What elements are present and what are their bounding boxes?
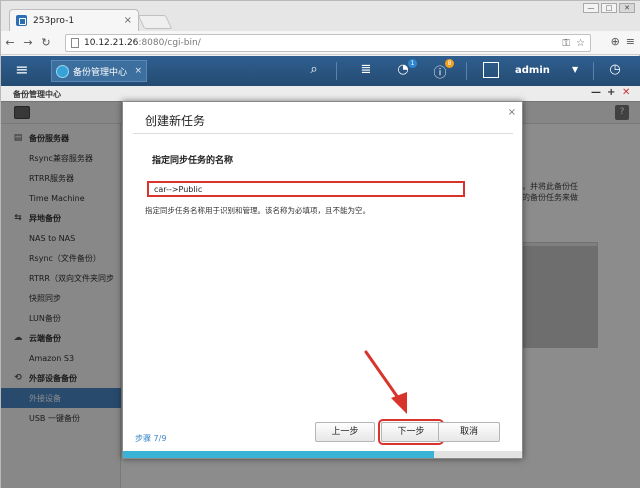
user-avatar-icon[interactable] [483,62,499,78]
background-tasks-icon[interactable]: ◔ 1 [393,59,417,77]
chrome-menu-icon[interactable]: ≡ [626,35,635,48]
app-tab-backup-manager[interactable]: 备份管理中心 × [51,60,147,82]
url-path: :8080/cgi-bin/ [138,38,201,48]
header-divider [466,62,467,80]
toolbar-right-icons: ⊕ ≡ [611,35,635,48]
next-button[interactable]: 下一步 [378,419,444,445]
cancel-button[interactable]: 取消 [438,422,500,442]
bookmark-star-icon[interactable]: ☆ [576,38,585,49]
url-host: 10.12.21.26 [84,38,139,48]
key-icon[interactable]: ⚿ [562,38,570,49]
search-icon[interactable]: ⌕ [304,62,324,77]
window-controls: — □ ✕ [583,3,635,13]
forward-arrow-icon[interactable]: → [19,36,37,49]
user-dropdown-caret-icon[interactable]: ▼ [572,65,578,74]
browser-tab[interactable]: 253pro-1 × [9,9,139,31]
qnap-favicon-icon [16,15,27,26]
app-window-title: 备份管理中心 [13,90,61,99]
header-divider [336,62,337,80]
tab-close-icon[interactable]: × [124,15,132,26]
tab-strip: 253pro-1 × — □ ✕ [1,1,640,31]
event-info-icon[interactable]: ⓘ 8 [430,59,454,81]
back-arrow-icon[interactable]: ← [1,36,19,49]
step-indicator: 步骤 7/9 [135,434,167,443]
minimize-button[interactable]: — [583,3,599,13]
browser-window: 253pro-1 × — □ ✕ ← → ↻ 10.12.21.26:8080/… [0,0,640,488]
main-menu-icon[interactable]: ≡ [9,61,35,81]
url-text[interactable]: 10.12.21.26:8080/cgi-bin/ [84,38,556,48]
dashboard-gauge-icon[interactable]: ◷ [605,62,625,77]
header-divider [593,62,594,80]
create-task-dialog: 创建新任务 × 指定同步任务的名称 指定同步任务名称用于识别和管理。该名称为必填… [122,101,523,459]
reload-icon[interactable]: ↻ [37,36,55,49]
app-tab-label: 备份管理中心 [73,67,128,78]
qnap-header: ≡ 备份管理中心 × ⌕ ≣ ◔ 1 ⓘ 8 admin ▼ ◷ [1,56,640,86]
maximize-button[interactable]: □ [601,3,617,13]
close-window-button[interactable]: ✕ [619,3,635,13]
notification-badge: 1 [408,59,417,68]
app-add-button[interactable]: + [607,87,615,98]
username[interactable]: admin [515,65,550,76]
app-titlebar: 备份管理中心 — + ✕ [1,86,640,102]
new-tab-button[interactable] [137,15,173,29]
app-close-button[interactable]: ✕ [622,87,630,98]
browser-toolbar: ← → ↻ 10.12.21.26:8080/cgi-bin/ ⚿ ☆ ⊕ ≡ [1,31,640,55]
tab-title: 253pro-1 [33,15,75,26]
backup-app-icon [56,64,69,78]
alert-badge: 8 [445,59,454,68]
task-stack-icon[interactable]: ≣ [356,62,376,77]
extension-icon[interactable]: ⊕ [611,35,620,48]
annotation-arrow-icon [364,350,407,414]
previous-button[interactable]: 上一步 [315,422,375,442]
app-minimize-button[interactable]: — [591,87,601,98]
progress-fill [123,451,434,458]
app-tab-close-icon[interactable]: × [134,66,142,76]
address-bar[interactable]: 10.12.21.26:8080/cgi-bin/ ⚿ ☆ [65,34,591,52]
page-icon [71,38,79,48]
